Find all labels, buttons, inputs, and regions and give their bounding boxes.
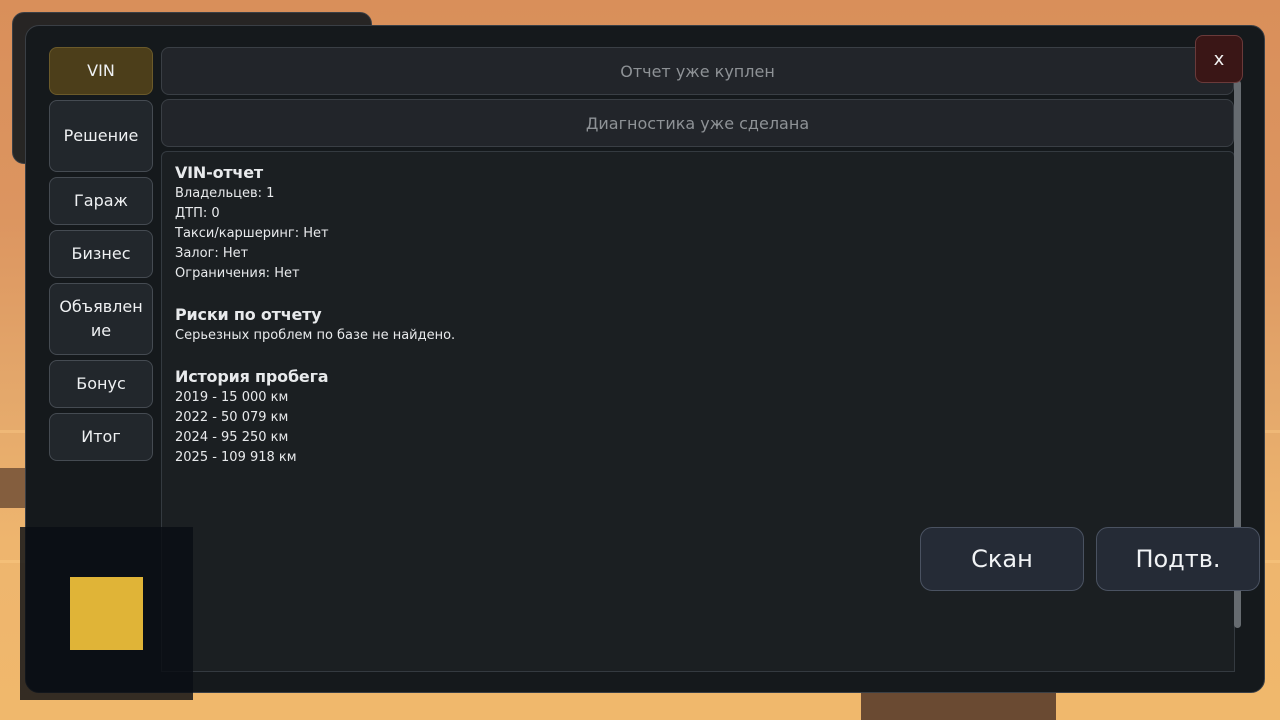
sidebar-item-listing[interactable]: Объявление	[49, 283, 153, 355]
scan-label: Скан	[971, 545, 1033, 573]
game-scene: VIN Решение Гараж Бизнес Объявление Бону…	[0, 0, 1280, 720]
scan-button[interactable]: Скан	[920, 527, 1084, 591]
close-button[interactable]: x	[1195, 35, 1243, 83]
sidebar-item-label: Решение	[63, 126, 139, 145]
sidebar-item-label: Итог	[81, 427, 121, 446]
confirm-label: Подтв.	[1135, 545, 1221, 573]
sidebar-item-label: Объявление	[59, 297, 143, 340]
mileage-line: 2025 - 109 918 км	[175, 450, 297, 465]
mileage-line: 2019 - 15 000 км	[175, 390, 289, 405]
sidebar-item-summary[interactable]: Итог	[49, 413, 153, 461]
confirm-button[interactable]: Подтв.	[1096, 527, 1260, 591]
mileage-line: 2022 - 50 079 км	[175, 410, 289, 425]
sidebar-item-bonus[interactable]: Бонус	[49, 360, 153, 408]
sidebar-item-label: Бонус	[76, 374, 126, 393]
sidebar-item-decision[interactable]: Решение	[49, 100, 153, 172]
sidebar-item-label: Бизнес	[71, 244, 131, 263]
sidebar-item-business[interactable]: Бизнес	[49, 230, 153, 278]
sidebar-item-label: Гараж	[74, 191, 128, 210]
report-purchased-status: Отчет уже куплен	[161, 47, 1234, 95]
report-content: VIN-отчет Владельцев: 1 ДТП: 0 Такси/кар…	[161, 151, 1235, 672]
mileage-line: 2024 - 95 250 км	[175, 430, 289, 445]
sidebar-item-label: VIN	[87, 61, 115, 80]
risks-title: Риски по отчету	[175, 305, 322, 324]
diagnostics-done-status: Диагностика уже сделана	[161, 99, 1234, 147]
vin-report-title: VIN-отчет	[175, 163, 263, 182]
close-label: x	[1213, 48, 1225, 70]
report-line: Ограничения: Нет	[175, 266, 300, 281]
status-text: Диагностика уже сделана	[585, 113, 810, 133]
report-line: Такси/каршеринг: Нет	[175, 226, 329, 241]
mileage-history-title: История пробега	[175, 367, 329, 386]
player-marker-icon	[70, 577, 143, 650]
report-line: Владельцев: 1	[175, 186, 275, 201]
status-text: Отчет уже куплен	[620, 61, 775, 81]
sidebar-item-garage[interactable]: Гараж	[49, 177, 153, 225]
report-line: ДТП: 0	[175, 206, 220, 221]
report-line: Залог: Нет	[175, 246, 249, 261]
sidebar-item-vin[interactable]: VIN	[49, 47, 153, 95]
report-line: Серьезных проблем по базе не найдено.	[175, 328, 456, 343]
